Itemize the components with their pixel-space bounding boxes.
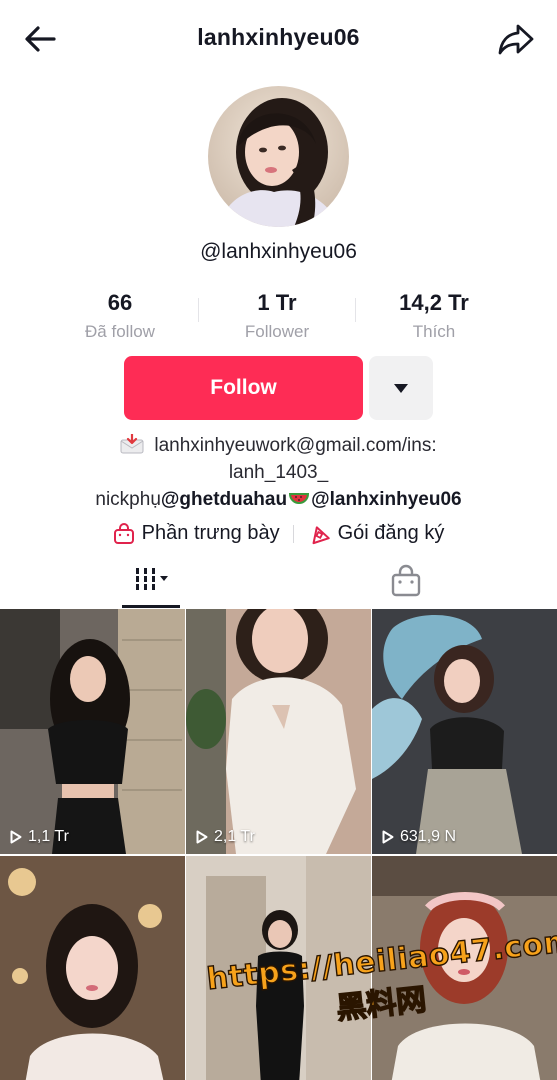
username-handle: @lanhxinhyeu06 [200,240,357,263]
page-title: lanhxinhyeu06 [197,24,360,50]
follow-button[interactable]: Follow [124,356,363,420]
video-preview [372,609,557,854]
stat-likes[interactable]: 14,2 Tr Thích [356,286,512,342]
view-count-text: 631,9 N [400,828,457,845]
grid-icon [136,568,168,590]
stat-followers-label: Follower [244,322,310,341]
subscription-label: Gói đăng ký [337,522,445,544]
stat-following[interactable]: 66 Đã follow [42,286,198,342]
stat-followers-count: 1 Tr [257,290,297,315]
video-preview [186,609,371,854]
stat-following-label: Đã follow [85,322,155,341]
subscription-icon [312,525,330,544]
video-thumbnail[interactable]: 631,9 N [372,609,557,854]
showcase-label: Phần trưng bày [141,522,280,544]
stat-likes-label: Thích [412,322,456,341]
bio-line-1: lanhxinhyeuwork@gmail.com/ins: [30,432,527,459]
stat-following-count: 66 [107,290,133,315]
view-count-text: 2,1 Tr [214,828,255,845]
caret-down-icon [394,384,408,393]
active-tab-indicator [122,605,180,608]
video-thumbnail[interactable]: 2,1 Tr [186,609,371,854]
shop-bag-icon[interactable] [388,564,424,600]
avatar[interactable] [208,86,349,227]
video-preview [0,609,185,854]
play-icon [196,830,208,844]
watermelon-icon [289,493,310,504]
bio-line-3: nickphụ@ghetduahau @lanhxinhyeu06 [30,486,527,513]
showcase-link[interactable]: Phần trưng bày [113,522,280,545]
bio-text-3: nickphụ [95,489,161,510]
view-count-text: 1,1 Tr [28,828,69,845]
stat-followers[interactable]: 1 Tr Follower [199,286,355,342]
view-count: 2,1 Tr [196,828,255,846]
view-count: 1,1 Tr [10,828,69,846]
profile-bio: lanhxinhyeuwork@gmail.com/ins: lanh_1403… [30,432,527,513]
mention-link[interactable]: @ghetduahau [161,489,287,510]
envelope-icon [120,434,144,454]
mention-link[interactable]: @lanhxinhyeu06 [311,489,462,510]
links-divider [292,524,294,543]
profile-stats: 66 Đã follow 1 Tr Follower 14,2 Tr Thích [42,286,512,342]
bio-text-1: lanhxinhyeuwork@gmail.com/ins: [154,435,437,456]
video-preview [0,856,185,1080]
bio-line-2: lanh_1403_ [228,462,329,483]
profile-links: Phần trưng bày Gói đăng ký [0,522,557,545]
watermark: https://heiliao47.com 黑料网 [204,923,557,1027]
video-thumbnail[interactable]: 1,1 Tr [0,609,185,854]
stat-likes-count: 14,2 Tr [399,290,469,315]
tab-videos[interactable] [122,560,180,608]
bag-icon [113,522,134,544]
play-icon [382,830,394,844]
suggested-accounts-button[interactable] [369,356,433,420]
top-bar: lanhxinhyeu06 [0,0,557,76]
video-thumbnail[interactable] [0,856,185,1080]
play-icon [10,830,22,844]
view-count: 631,9 N [382,828,456,846]
profile-tabs [0,560,557,608]
share-icon[interactable] [497,22,535,56]
subscription-link[interactable]: Gói đăng ký [307,522,445,545]
